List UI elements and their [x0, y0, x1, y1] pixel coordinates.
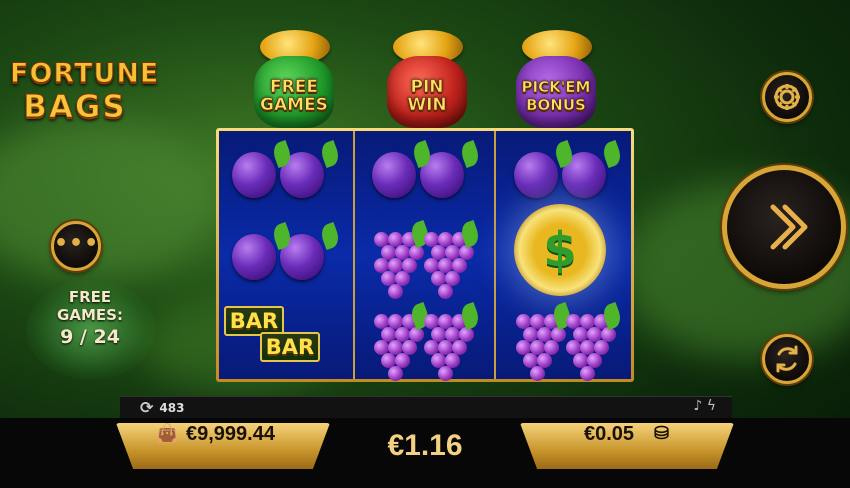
- balance-value: €9,999.44: [186, 423, 275, 445]
- bag-label: PIN WIN: [407, 77, 447, 115]
- bag-label: FREE GAMES: [260, 77, 328, 115]
- symbol-grapes: [364, 300, 502, 382]
- grape-cluster: [422, 219, 482, 299]
- settings-button[interactable]: [762, 72, 812, 122]
- grape-cluster: [564, 301, 624, 381]
- autoplay-icon: [765, 337, 809, 381]
- spins-count: 483: [159, 401, 185, 415]
- symbol-dollar-coin: $: [514, 204, 606, 296]
- autoplay-button[interactable]: [762, 334, 812, 384]
- symbol-bar: BAR: [260, 332, 320, 362]
- gear-icon: [765, 75, 809, 119]
- game-logo: FORTUNE BAGS: [10, 58, 160, 126]
- free-games-label-2: GAMES:: [57, 306, 123, 324]
- win-amount: €1.16: [387, 429, 463, 462]
- bag-pick-em-bonus: PICK'EM BONUS: [508, 30, 604, 130]
- grape-cluster: [372, 219, 432, 299]
- symbol-plum: [224, 218, 362, 300]
- symbol-plum: [364, 136, 502, 218]
- bag-pin-win: PIN WIN: [379, 30, 475, 130]
- lightning-icon[interactable]: ϟ: [707, 398, 716, 414]
- grape-cluster: [422, 301, 482, 381]
- free-games-label-1: FREE: [68, 288, 112, 306]
- spin-counter: ⟳ 483: [140, 399, 184, 417]
- dollar-sign: $: [543, 222, 577, 278]
- grape-cluster: [372, 301, 432, 381]
- status-strip: ⟳ 483 ♪ ϟ: [120, 396, 732, 419]
- spin-button[interactable]: [722, 165, 846, 289]
- symbol-grapes: [364, 218, 502, 300]
- more-dots-icon: •••: [54, 231, 100, 256]
- symbol-grapes: [506, 300, 644, 382]
- logo-line-1: FORTUNE: [10, 58, 160, 90]
- bet-value: €0.05: [584, 423, 635, 445]
- free-games-counter: FREE GAMES: 9 / 24: [42, 288, 138, 350]
- strip-tools: ♪ ϟ: [693, 398, 716, 414]
- double-chevron-right-icon: [727, 170, 841, 284]
- wallet-icon: 👜: [156, 423, 179, 443]
- logo-line-2: BAGS: [23, 89, 127, 126]
- balance-panel[interactable]: 👜 €9,999.44: [116, 423, 330, 469]
- background-smoke: [0, 120, 220, 280]
- refresh-icon: ⟳: [140, 398, 154, 417]
- bag-free-games: FREE GAMES: [246, 30, 342, 130]
- music-note-icon[interactable]: ♪: [693, 398, 702, 414]
- free-games-count: 9 / 24: [60, 326, 120, 348]
- symbol-plum: [224, 136, 362, 218]
- bet-panel[interactable]: €0.05 ⛁: [520, 423, 734, 469]
- grape-cluster: [514, 301, 574, 381]
- coin-stack-icon: ⛁: [654, 423, 670, 443]
- bag-label: PICK'EM BONUS: [521, 78, 591, 115]
- menu-button[interactable]: •••: [51, 221, 101, 271]
